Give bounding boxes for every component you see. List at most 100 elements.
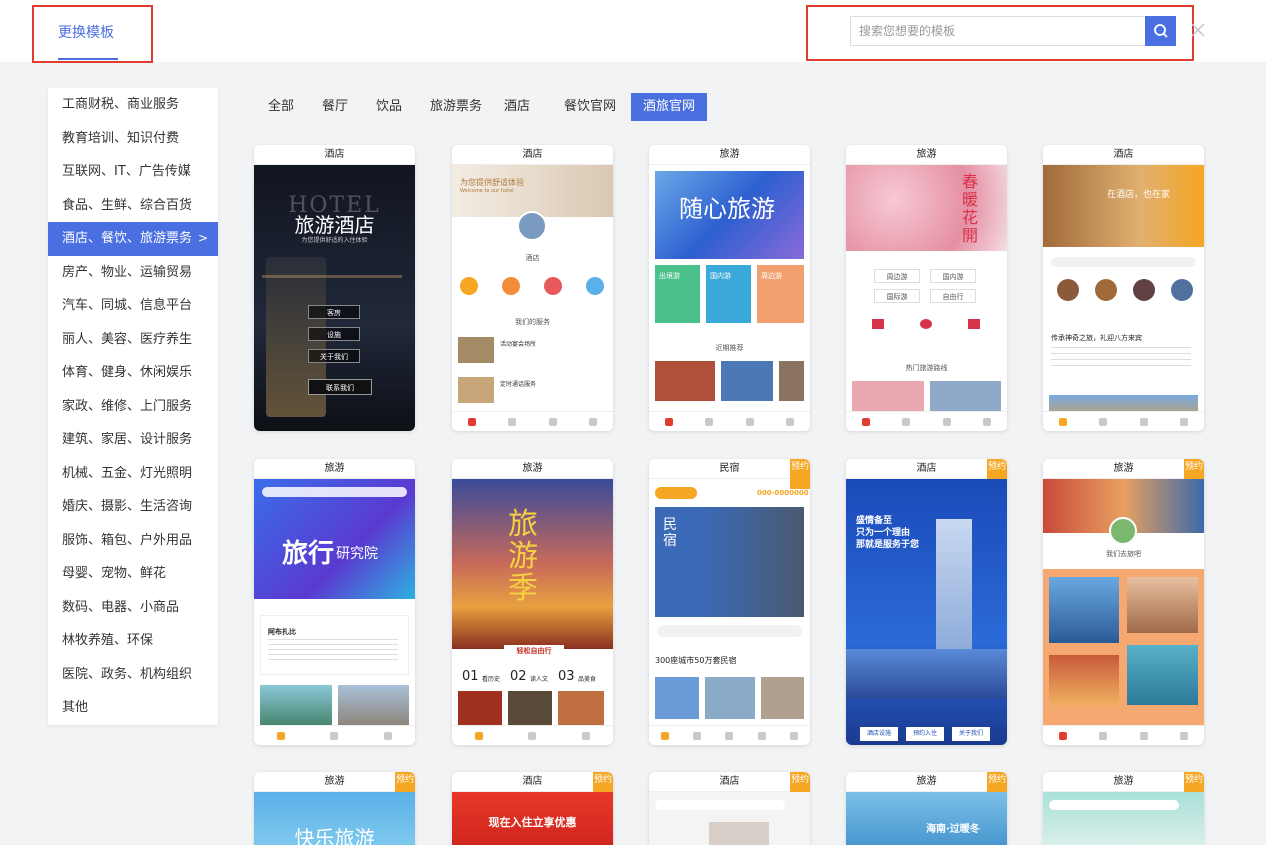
- sidebar-item[interactable]: 房产、物业、运输贸易: [48, 256, 218, 290]
- tab-travel-tickets[interactable]: 旅游票务: [430, 93, 482, 121]
- box-label-3: 周边游: [761, 272, 782, 280]
- template-card-hainan[interactable]: 旅游 预约 海南·过暖冬: [846, 772, 1007, 845]
- template-card-travel-orange[interactable]: 旅游 预约 我们去旅吧: [1043, 459, 1204, 745]
- sidebar-item-label: 家政、维修、上门服务: [62, 398, 193, 414]
- sidebar-item-label: 机械、五金、灯光照明: [62, 465, 193, 481]
- card-title: 海南·过暖冬: [926, 824, 980, 835]
- sidebar-item[interactable]: 工商财税、商业服务: [48, 88, 218, 122]
- section-title: 热门旅游路线: [905, 364, 948, 372]
- card-title-2: 研究院: [336, 546, 378, 562]
- card-title: 旅行: [282, 539, 335, 569]
- headline-3: 那就是服务于您: [856, 540, 920, 550]
- card-title: 现在入住立享优惠: [488, 816, 577, 829]
- sidebar-item[interactable]: 数码、电器、小商品: [48, 591, 218, 625]
- template-card-travel-mint[interactable]: 旅游 预约: [1043, 772, 1204, 845]
- sidebar-item[interactable]: 母婴、宠物、鲜花: [48, 557, 218, 591]
- tab-hotel-travel-site[interactable]: 酒旅官网: [631, 93, 708, 121]
- sidebar-item-label: 建筑、家居、设计服务: [62, 432, 193, 447]
- hotel-avatar: [517, 211, 547, 241]
- card-category: 酒店: [1043, 145, 1204, 165]
- card-category: 旅游: [254, 772, 415, 792]
- category-sidebar: 工商财税、商业服务 教育培训、知识付费 互联网、IT、广告传媒 食品、生鲜、综合百货酒…: [48, 88, 218, 725]
- tab-all[interactable]: 全部: [268, 93, 294, 121]
- template-card-hotel-red[interactable]: 酒店 预约 现在入住立享优惠: [452, 772, 613, 845]
- section-title: 近期推荐: [715, 344, 744, 352]
- card-category: 旅游: [254, 459, 415, 479]
- tab-catering-site[interactable]: 餐饮官网: [564, 93, 616, 121]
- sidebar-item[interactable]: 其他: [48, 691, 218, 725]
- sidebar-item[interactable]: 互联网、IT、广告传媒: [48, 155, 218, 189]
- template-card-happy-travel[interactable]: 旅游 预约 快乐旅游: [254, 772, 415, 845]
- sidebar-item-label: 婚庆、摄影、生活咨询: [62, 499, 193, 514]
- tab-restaurant[interactable]: 餐厅: [322, 93, 348, 121]
- step-label-1: 看历史: [482, 676, 501, 683]
- tab-change-template[interactable]: 更换模板: [58, 22, 114, 42]
- sidebar-item[interactable]: 医院、政务、机构组织: [48, 658, 218, 692]
- search-bar: [1051, 257, 1196, 267]
- card-btn-1: 客房: [308, 305, 360, 319]
- sidebar-item-label: 房产、物业、运输贸易: [62, 264, 193, 280]
- banner-text: 在酒店，也在家: [1107, 190, 1171, 200]
- sidebar-item[interactable]: 建筑、家居、设计服务: [48, 423, 218, 457]
- template-card-travel-blue[interactable]: 旅游 随心旅游 出境游 国内游 周边游 近期推荐: [649, 145, 810, 431]
- card-btn-3: 关于我们: [952, 727, 990, 741]
- search-bar: [262, 487, 407, 497]
- sidebar-item[interactable]: 家政、维修、上门服务: [48, 390, 218, 424]
- search-button[interactable]: [1145, 16, 1176, 46]
- search-input[interactable]: [850, 16, 1146, 46]
- template-card-hotel-white[interactable]: 酒店 预约: [649, 772, 810, 845]
- tag-2: 国内游: [930, 269, 976, 283]
- service-item-1: 活动宴会场所: [500, 341, 537, 348]
- chevron-right-icon: >: [197, 231, 208, 245]
- sidebar-item[interactable]: 服饰、箱包、户外用品: [48, 524, 218, 558]
- search-bar: [657, 625, 802, 637]
- close-button[interactable]: [1186, 18, 1210, 42]
- sidebar-item[interactable]: 酒店、餐饮、旅游票务 >: [48, 222, 218, 256]
- sidebar-item[interactable]: 教育培训、知识付费: [48, 122, 218, 156]
- sidebar-item[interactable]: 汽车、同城、信息平台: [48, 289, 218, 323]
- card-tabbar: [452, 411, 613, 431]
- template-card-travel-spring[interactable]: 旅游 春暖花開 周边游 国内游 国际游 自由行 热门旅游路线: [846, 145, 1007, 431]
- card-category: 旅游: [846, 772, 1007, 792]
- sidebar-item[interactable]: 丽人、美容、医疗养生: [48, 323, 218, 357]
- card-tabbar: [1043, 411, 1204, 431]
- card-tabbar: [649, 411, 810, 431]
- sidebar-item-label: 其他: [62, 700, 89, 715]
- card-category: 旅游: [649, 145, 810, 165]
- close-icon: [1191, 23, 1205, 37]
- sidebar-item-label: 服饰、箱包、户外用品: [62, 532, 193, 548]
- card-category: 酒店: [254, 145, 415, 165]
- sidebar-item-label: 丽人、美容、医疗养生: [62, 331, 193, 347]
- search-icon: [1153, 24, 1168, 38]
- banner-image: [254, 479, 415, 599]
- sidebar-item[interactable]: 机械、五金、灯光照明: [48, 457, 218, 491]
- sidebar-item[interactable]: 林牧养殖、环保: [48, 624, 218, 658]
- sidebar-item[interactable]: 食品、生鲜、综合百货: [48, 189, 218, 223]
- card-title: 民宿: [663, 517, 677, 549]
- sidebar-item-label: 母婴、宠物、鲜花: [62, 566, 167, 581]
- template-card-homestay[interactable]: 民宿 预约 000-0000000 民宿 300座城市50万套民宿: [649, 459, 810, 745]
- template-card-hotel-home[interactable]: 酒店 在酒店，也在家 传承神奇之旅，礼迎八方来宾: [1043, 145, 1204, 431]
- tower-image: [936, 519, 972, 659]
- card-category: 民宿: [649, 459, 810, 479]
- sidebar-item[interactable]: 体育、健身、休闲娱乐: [48, 356, 218, 390]
- tab-hotel[interactable]: 酒店: [504, 93, 530, 121]
- template-card-travel-season[interactable]: 旅游 旅游季 轻松自由行 01 看历史 02 读人文 03 品美食: [452, 459, 613, 745]
- step-number-2: 02: [510, 669, 527, 684]
- step-label-2: 读人文: [530, 676, 549, 683]
- card-btn-2: 预约入住: [906, 727, 944, 741]
- sidebar-item-label: 汽车、同城、信息平台: [62, 298, 193, 313]
- template-card-travel-institute[interactable]: 旅游 旅行 研究院 阿布扎比: [254, 459, 415, 745]
- card-category: 酒店: [846, 459, 1007, 479]
- template-card-hotel-blue[interactable]: 酒店 预约 盛情备至 只为一个理由 那就是服务于您 酒店设施 预约入住 关于我们: [846, 459, 1007, 745]
- template-card-hotel-services[interactable]: 酒店 为您提供舒适体验 Welcome to our hotel 酒店 我们的服…: [452, 145, 613, 431]
- sidebar-item-label: 工商财税、商业服务: [62, 97, 180, 112]
- sidebar-item-label: 林牧养殖、环保: [62, 633, 154, 648]
- tab-drinks[interactable]: 饮品: [376, 93, 402, 121]
- template-card-hotel-dark[interactable]: 酒店 HOTEL 旅游酒店 为您提供舒适的入住体验 客房 设施 关于我们 联系我…: [254, 145, 415, 431]
- banner-text-en: Welcome to our hotel: [460, 188, 514, 194]
- box-label-2: 国内游: [710, 272, 731, 280]
- sidebar-item-label: 酒店、餐饮、旅游票务: [62, 231, 193, 246]
- sidebar-item[interactable]: 婚庆、摄影、生活咨询: [48, 490, 218, 524]
- card-btn-2: 设施: [308, 327, 360, 341]
